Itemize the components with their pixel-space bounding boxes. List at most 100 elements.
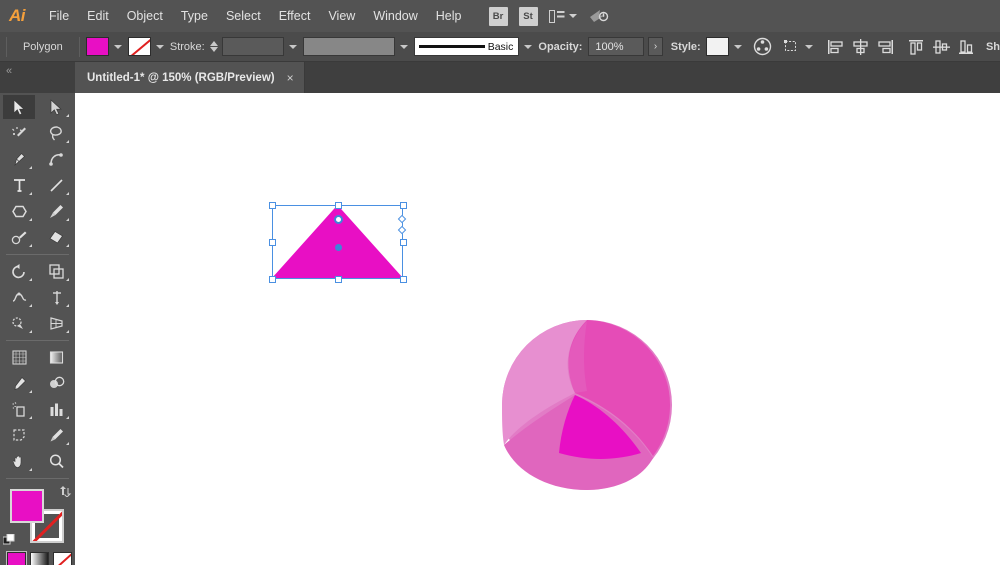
mesh-tool[interactable] <box>3 345 35 369</box>
swap-fill-stroke-icon[interactable] <box>59 486 72 500</box>
stroke-chevron-down-icon[interactable] <box>155 44 164 49</box>
slice-tool[interactable] <box>40 423 72 447</box>
stroke-swatch[interactable] <box>127 37 151 56</box>
menu-file[interactable]: File <box>40 0 78 32</box>
blend-tool[interactable] <box>40 371 72 395</box>
stepper-up-icon[interactable] <box>209 41 218 46</box>
menu-view[interactable]: View <box>319 0 364 32</box>
transform-icon[interactable] <box>783 36 804 58</box>
symbol-sprayer-tool[interactable] <box>3 397 35 421</box>
align-vertical-center-button[interactable] <box>931 36 953 58</box>
stroke-weight-stepper[interactable] <box>209 41 218 52</box>
menu-window[interactable]: Window <box>364 0 426 32</box>
gradient-tool[interactable] <box>40 345 72 369</box>
type-tool[interactable] <box>3 173 35 197</box>
close-icon[interactable]: × <box>287 72 294 84</box>
pencil-tool[interactable] <box>3 225 35 249</box>
free-transform-tool[interactable] <box>40 285 72 309</box>
stock-icon[interactable]: St <box>518 6 538 26</box>
tool-expand-corner-icon <box>66 140 69 143</box>
zoom-tool[interactable] <box>40 449 72 473</box>
handle-middle-left[interactable] <box>269 239 276 246</box>
color-mode-none-button[interactable] <box>53 552 72 565</box>
fill-chevron-down-icon[interactable] <box>113 44 122 49</box>
bridge-icon[interactable]: Br <box>488 6 508 26</box>
magic-wand-tool[interactable] <box>3 121 35 145</box>
pink-sphere-illustration[interactable] <box>502 320 672 490</box>
handle-top-center[interactable] <box>335 202 342 209</box>
align-top-button[interactable] <box>906 36 928 58</box>
handle-middle-right[interactable] <box>400 239 407 246</box>
handle-bottom-center[interactable] <box>335 276 342 283</box>
shape-label[interactable]: Sh <box>986 41 1000 53</box>
graphic-style-swatch[interactable] <box>705 37 729 56</box>
fill-swatch[interactable] <box>85 37 109 56</box>
scale-tool[interactable] <box>40 259 72 283</box>
menu-type[interactable]: Type <box>172 0 217 32</box>
lasso-tool[interactable] <box>40 121 72 145</box>
tool-expand-corner-icon <box>66 244 69 247</box>
stepper-down-icon[interactable] <box>209 47 218 52</box>
color-mode-buttons <box>0 548 75 565</box>
document-tab[interactable]: Untitled-1* @ 150% (RGB/Preview) × <box>75 62 305 93</box>
opacity-input[interactable]: 100% <box>588 37 645 56</box>
stroke-weight-input[interactable] <box>221 37 284 56</box>
perspective-grid-tool[interactable] <box>40 311 72 335</box>
menu-edit[interactable]: Edit <box>78 0 118 32</box>
transform-chevron-down-icon[interactable] <box>804 44 813 49</box>
search-adobe-icon[interactable] <box>588 5 610 27</box>
align-bottom-button[interactable] <box>956 36 978 58</box>
tool-expand-corner-icon <box>66 330 69 333</box>
panel-collapse-icon[interactable]: « <box>6 65 12 77</box>
menu-select[interactable]: Select <box>217 0 270 32</box>
toolbar-divider <box>6 254 69 255</box>
paintbrush-tool[interactable] <box>40 199 72 223</box>
opacity-options-button[interactable]: › <box>648 37 663 56</box>
brush-chevron-down-icon[interactable] <box>524 44 533 49</box>
arrange-documents-icon[interactable] <box>548 9 577 23</box>
menu-object[interactable]: Object <box>118 0 172 32</box>
default-fill-stroke-icon[interactable] <box>2 533 15 546</box>
align-left-button[interactable] <box>825 36 847 58</box>
artboard-canvas[interactable] <box>75 93 1000 565</box>
brush-preview-icon <box>418 45 485 48</box>
handle-bottom-right[interactable] <box>400 276 407 283</box>
align-right-button[interactable] <box>875 36 897 58</box>
stroke-weight-chevron-down-icon[interactable] <box>288 44 297 49</box>
color-mode-color-button[interactable] <box>6 551 27 565</box>
brush-definition-select[interactable]: Basic <box>413 37 520 56</box>
artboard-tool[interactable] <box>3 423 35 447</box>
width-tool[interactable] <box>3 285 35 309</box>
rectangle-tool[interactable] <box>3 199 35 223</box>
recolor-artwork-icon[interactable] <box>752 36 773 58</box>
align-horizontal-center-button[interactable] <box>850 36 872 58</box>
style-chevron-down-icon[interactable] <box>733 44 742 49</box>
color-mode-gradient-button[interactable] <box>30 552 49 565</box>
shape-builder-tool[interactable] <box>3 311 35 335</box>
fill-color-proxy[interactable] <box>10 489 44 523</box>
column-graph-tool[interactable] <box>40 397 72 421</box>
line-segment-tool[interactable] <box>40 173 72 197</box>
handle-top-right[interactable] <box>400 202 407 209</box>
menu-effect[interactable]: Effect <box>270 0 320 32</box>
menu-help[interactable]: Help <box>427 0 471 32</box>
tool-expand-corner-icon <box>29 218 32 221</box>
handle-bottom-left[interactable] <box>269 276 276 283</box>
stroke-profile-chevron-down-icon[interactable] <box>399 44 408 49</box>
eraser-tool[interactable] <box>40 225 72 249</box>
illustrator-window: Ai File Edit Object Type Select Effect V… <box>0 0 1000 565</box>
handle-top-left[interactable] <box>269 202 276 209</box>
direct-selection-tool[interactable] <box>40 95 72 119</box>
rotate-tool[interactable] <box>3 259 35 283</box>
curvature-tool[interactable] <box>40 147 72 171</box>
hand-tool[interactable] <box>3 449 35 473</box>
selection-tool[interactable] <box>3 95 35 119</box>
stroke-profile-input[interactable] <box>302 37 395 56</box>
live-shape-center-point[interactable] <box>335 244 342 251</box>
pen-tool[interactable] <box>3 147 35 171</box>
live-shape-side-widget[interactable] <box>334 215 343 224</box>
eyedropper-tool[interactable] <box>3 371 35 395</box>
selection-bounding-box[interactable] <box>269 202 407 283</box>
stroke-weight-label: Stroke: <box>169 40 205 53</box>
menu-items: File Edit Object Type Select Effect View… <box>40 0 471 32</box>
